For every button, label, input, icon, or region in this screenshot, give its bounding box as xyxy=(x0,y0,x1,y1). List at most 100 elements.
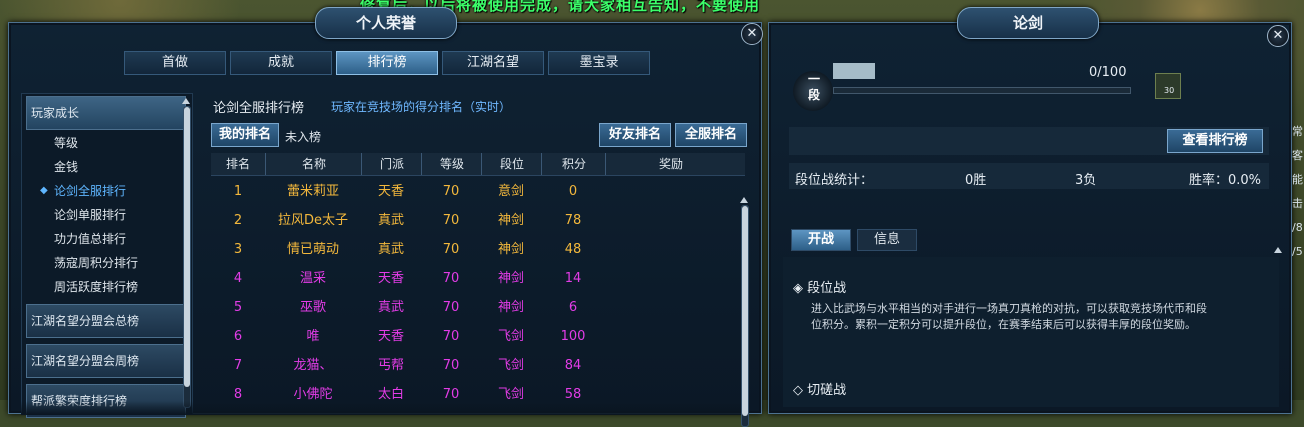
sidebar-item-level[interactable]: 等级 xyxy=(54,132,78,154)
row-score: 0 xyxy=(568,184,578,199)
row-name: 龙猫、 xyxy=(293,358,333,373)
row-score: 6 xyxy=(568,300,578,315)
sidebar-item-arena-server[interactable]: 论剑全服排行 xyxy=(54,180,126,202)
row-tier: 意剑 xyxy=(497,184,524,199)
tab-first-clear[interactable]: 首做 xyxy=(124,51,226,75)
table-row[interactable]: 3 情已萌动 真武 70 神剑 48 xyxy=(211,235,745,264)
row-tier: 神剑 xyxy=(497,300,524,315)
sidebar-group-reputation-total[interactable]: 江湖名望分盟会总榜 xyxy=(26,304,186,338)
table-row[interactable]: 7 龙猫、 丐帮 70 飞剑 84 xyxy=(211,351,745,380)
sidebar-item-bandit-weekly[interactable]: 荡寇周积分排行 xyxy=(54,252,138,274)
row-school: 真武 xyxy=(377,300,404,315)
table-row[interactable]: 1 蕾米莉亚 天香 70 意剑 0 xyxy=(211,177,745,206)
right-scroll-up-icon[interactable] xyxy=(1274,247,1282,253)
ranking-title: 论剑全服排行榜 xyxy=(213,101,305,116)
sidebar-scroll-thumb[interactable] xyxy=(184,107,190,387)
row-level: 70 xyxy=(442,329,460,344)
tab-info[interactable]: 信息 xyxy=(857,229,917,251)
tab-achievements[interactable]: 成就 xyxy=(230,51,332,75)
sidebar-group-player-growth[interactable]: 玩家成长 xyxy=(26,96,186,130)
ranked-desc-line1: 进入比武场与水平相当的对手进行一场真刀真枪的对抗，可以获取竞技场代币和段 xyxy=(811,302,1207,315)
tier-progress-bar xyxy=(833,87,1131,94)
row-score: 84 xyxy=(564,358,582,373)
row-tier: 飞剑 xyxy=(497,329,524,344)
my-rank-value: 未入榜 xyxy=(285,130,322,144)
scroll-up-icon[interactable] xyxy=(182,98,190,104)
col-name: 名称 xyxy=(265,153,362,175)
row-score: 78 xyxy=(564,213,582,228)
ranked-desc-line2: 位积分。累积一定积分可以提升段位，在赛季结束后可以获得丰厚的段位奖励。 xyxy=(811,318,1196,331)
row-tier: 飞剑 xyxy=(497,358,524,373)
spar-mode-option[interactable]: ◇ 切磋战 xyxy=(793,379,846,398)
row-level: 70 xyxy=(442,213,460,228)
row-school: 天香 xyxy=(377,184,404,199)
tier-progress-value: 0/100 xyxy=(1089,65,1127,80)
row-tier: 神剑 xyxy=(497,213,524,228)
row-name: 唯 xyxy=(306,329,320,344)
ranking-scroll-up-icon[interactable] xyxy=(740,197,748,203)
col-level: 等级 xyxy=(421,153,482,175)
wins-value: 0胜 xyxy=(965,173,987,188)
ranking-subtitle: 玩家在竞技场的得分排名（实时） xyxy=(331,100,512,114)
sidebar-item-weekly-activity[interactable]: 周活跃度排行榜 xyxy=(54,276,138,298)
close-icon[interactable]: ✕ xyxy=(1267,25,1289,47)
honor-panel-title: 个人荣誉 xyxy=(315,7,457,39)
col-rank: 排名 xyxy=(225,157,250,171)
key-item-count: 30 xyxy=(1164,86,1175,95)
row-name: 拉风De太子 xyxy=(277,213,348,228)
table-row[interactable]: 2 拉风De太子 真武 70 神剑 78 xyxy=(211,206,745,235)
ranked-mode-description: 进入比武场与水平相当的对手进行一场真刀真枪的对抗，可以获取竞技场代币和段 位积分… xyxy=(811,301,1251,333)
arena-panel-title: 论剑 xyxy=(957,7,1099,39)
sidebar-item-power[interactable]: 功力值总排行 xyxy=(54,228,126,250)
tab-ink-records[interactable]: 墨宝录 xyxy=(548,51,650,75)
edge-text-5: /5 xyxy=(1292,245,1303,258)
ranking-area: 论剑全服排行榜 玩家在竞技场的得分排名（实时） 我的排名 未入榜 好友排名 全服… xyxy=(203,93,751,427)
spar-mode-label: 切磋战 xyxy=(807,383,847,398)
tab-leaderboard[interactable]: 排行榜 xyxy=(336,51,438,75)
ranked-mode-label: 段位战 xyxy=(807,281,847,296)
view-rank-button[interactable]: 查看排行榜 xyxy=(1167,129,1263,153)
server-rank-button[interactable]: 全服排名 xyxy=(675,123,747,147)
col-score: 积分 xyxy=(541,153,606,175)
table-row[interactable]: 5 巫歌 真武 70 神剑 6 xyxy=(211,293,745,322)
ranking-table-header: 排名 名称 门派 等级 段位 积分 奖励 xyxy=(211,153,745,176)
my-rank-button[interactable]: 我的排名 xyxy=(211,123,279,147)
table-row[interactable]: 6 唯 天香 70 飞剑 100 xyxy=(211,322,745,351)
row-rank: 7 xyxy=(233,358,243,373)
tier-emblem-label: 一段 xyxy=(807,72,820,102)
ranking-scrollbar[interactable] xyxy=(741,205,749,427)
tab-reputation[interactable]: 江湖名望 xyxy=(442,51,544,75)
leaderboard-sidebar: 玩家成长 等级 金钱 ◆ 论剑全服排行 论剑单服排行 功力值总排行 荡寇周积分排… xyxy=(21,93,193,418)
row-level: 70 xyxy=(442,358,460,373)
row-tier: 神剑 xyxy=(497,242,524,257)
row-level: 70 xyxy=(442,242,460,257)
row-rank: 4 xyxy=(233,271,243,286)
sidebar-item-money[interactable]: 金钱 xyxy=(54,156,78,178)
sidebar-item-arena-single[interactable]: 论剑单服排行 xyxy=(54,204,126,226)
arena-panel: 论剑 ✕ 一段 0/100 30 查看排行榜 段位战统计： 0胜 3负 胜率：0… xyxy=(768,7,1292,414)
edge-text-2: 能 xyxy=(1292,173,1303,186)
row-school: 丐帮 xyxy=(377,358,404,373)
row-score: 48 xyxy=(564,242,582,257)
cut-off-window-edge: 常 客 能 击 /8 /5 xyxy=(1292,120,1304,340)
close-icon[interactable]: ✕ xyxy=(741,23,763,45)
ranked-mode-option[interactable]: ◈ 段位战 xyxy=(793,277,846,296)
ranking-scroll-thumb[interactable] xyxy=(742,206,748,416)
panel-bottom-fade xyxy=(21,401,741,415)
row-score: 100 xyxy=(560,329,586,344)
row-rank: 6 xyxy=(233,329,243,344)
friend-rank-button[interactable]: 好友排名 xyxy=(599,123,671,147)
table-row[interactable]: 4 温采 天香 70 神剑 14 xyxy=(211,264,745,293)
edge-text-3: 击 xyxy=(1292,197,1303,210)
row-rank: 2 xyxy=(233,213,243,228)
row-name: 温采 xyxy=(299,271,326,286)
stats-label: 段位战统计： xyxy=(795,173,874,188)
col-reward: 奖励 xyxy=(605,153,736,175)
row-school: 天香 xyxy=(377,329,404,344)
row-name: 蕾米莉亚 xyxy=(286,184,339,199)
tab-battle[interactable]: 开战 xyxy=(791,229,851,251)
sidebar-group-reputation-weekly[interactable]: 江湖名望分盟会周榜 xyxy=(26,344,186,378)
winrate-value: 胜率：0.0% xyxy=(1189,173,1262,188)
row-school: 真武 xyxy=(377,213,404,228)
sidebar-scrollbar[interactable] xyxy=(183,106,191,408)
